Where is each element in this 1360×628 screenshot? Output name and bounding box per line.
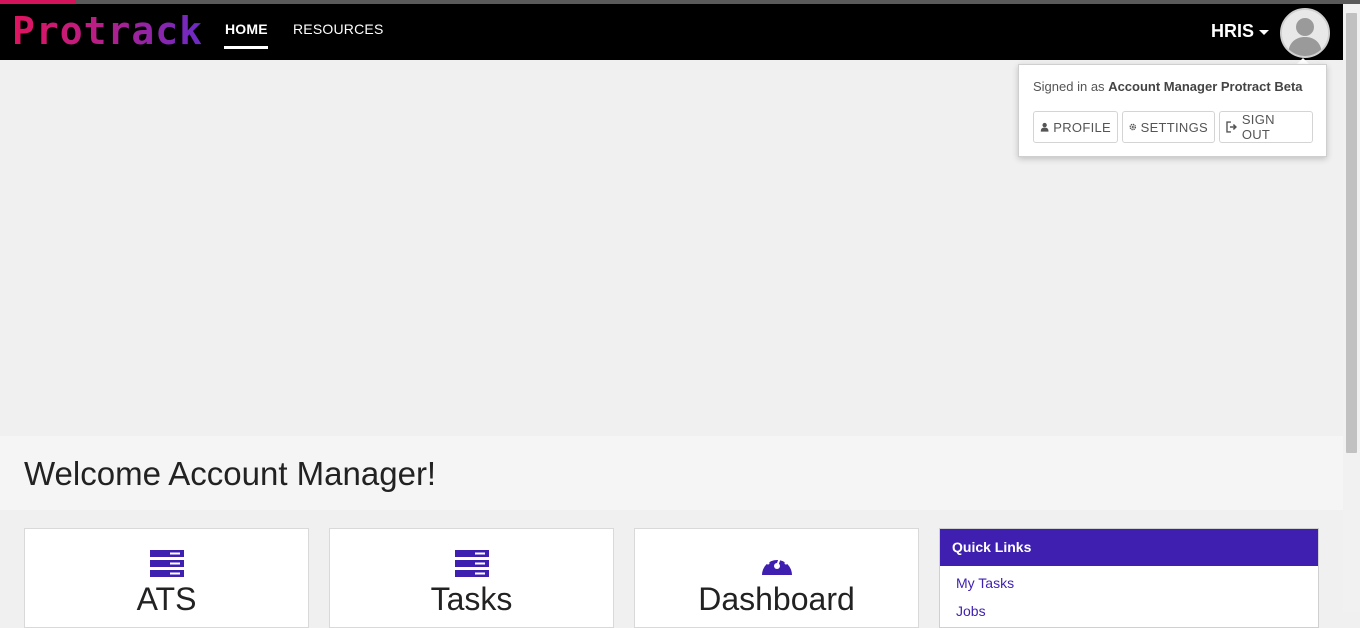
tile-ats-label: ATS (136, 581, 197, 617)
tile-dashboard[interactable]: Dashboard (634, 528, 919, 628)
tile-tasks-label: Tasks (430, 581, 513, 617)
active-nav-indicator (224, 46, 268, 49)
avatar-silhouette-icon (1282, 10, 1328, 56)
quick-link-my-tasks[interactable]: My Tasks (956, 575, 1014, 591)
top-navbar: Protrack HOME RESOURCES HRIS (0, 4, 1343, 60)
account-popover: Signed in as Account Manager Protract Be… (1018, 64, 1327, 157)
sign-out-icon (1226, 121, 1237, 133)
user-icon (1040, 122, 1049, 132)
nav-home-link[interactable]: HOME (225, 21, 268, 37)
nav-resources-link[interactable]: RESOURCES (293, 21, 383, 37)
quick-link-jobs[interactable]: Jobs (956, 603, 986, 619)
tile-dashboard-label: Dashboard (698, 581, 855, 617)
profile-label: PROFILE (1053, 119, 1111, 135)
signed-in-name: Account Manager Protract Beta (1108, 79, 1303, 94)
signed-in-prefix: Signed in as (1033, 79, 1105, 94)
protrack-logo[interactable]: Protrack (12, 8, 203, 54)
welcome-title: Welcome Account Manager! (24, 455, 437, 492)
gear-icon (1129, 123, 1137, 131)
sign-out-button[interactable]: SIGN OUT (1219, 111, 1313, 143)
quick-links-title: Quick Links (940, 529, 1318, 566)
speedometer-icon (761, 554, 792, 575)
user-avatar[interactable] (1280, 8, 1330, 58)
user-menu-toggle[interactable]: HRIS (1211, 21, 1270, 42)
profile-button[interactable]: PROFILE (1033, 111, 1118, 143)
settings-button[interactable]: SETTINGS (1122, 111, 1215, 143)
quick-links-panel: Quick Links My Tasks Jobs (939, 528, 1319, 628)
caret-down-icon (1259, 29, 1270, 35)
server-icon (454, 550, 489, 577)
tile-tasks[interactable]: Tasks (329, 528, 614, 628)
welcome-banner: Welcome Account Manager! (0, 436, 1343, 510)
tile-ats[interactable]: ATS (24, 528, 309, 628)
user-menu-label: HRIS (1211, 21, 1255, 41)
signed-in-text: Signed in as Account Manager Protract Be… (1033, 79, 1303, 94)
scrollbar-thumb[interactable] (1346, 13, 1357, 453)
vertical-scrollbar[interactable] (1343, 4, 1360, 612)
server-icon (149, 550, 184, 577)
settings-label: SETTINGS (1140, 119, 1208, 135)
sign-out-label: SIGN OUT (1241, 112, 1275, 142)
